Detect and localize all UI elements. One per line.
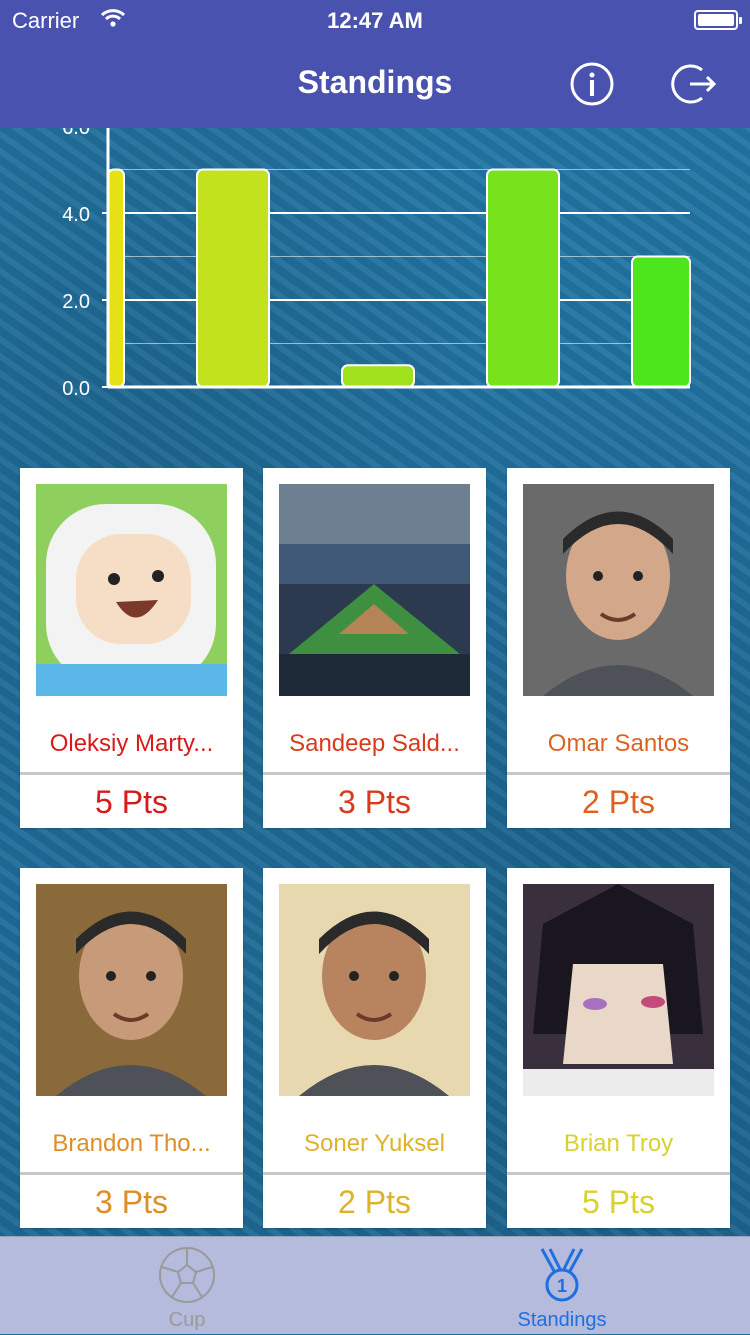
player-points: 5 Pts (95, 784, 168, 820)
tab-standings-label: Standings (517, 1309, 607, 1331)
standings-chart: 0.0 2.0 4.0 6.0 (0, 128, 750, 428)
battery-icon (694, 10, 742, 30)
medal-icon: 1 (540, 1248, 584, 1302)
chart-bar (107, 168, 125, 388)
player-points: 3 Pts (338, 784, 411, 820)
tab-cup-label: Cup (168, 1309, 206, 1331)
player-points: 5 Pts (582, 1184, 655, 1220)
player-photo (523, 484, 714, 696)
logout-button[interactable] (670, 60, 718, 108)
chart-bar (631, 255, 691, 388)
chart-bar (341, 364, 415, 388)
info-icon (570, 62, 614, 106)
card-divider (20, 1172, 243, 1175)
tab-cup[interactable]: Cup (87, 1237, 287, 1335)
player-card[interactable]: Soner Yuksel 2 Pts (263, 868, 486, 1228)
info-button[interactable] (568, 60, 616, 108)
player-points: 2 Pts (338, 1184, 411, 1220)
player-photo (523, 884, 714, 1096)
page-title: Standings (297, 64, 453, 100)
player-points: 2 Pts (582, 784, 655, 820)
logout-icon (671, 64, 717, 104)
player-card[interactable]: Omar Santos 2 Pts (507, 468, 730, 828)
navigation-bar: Carrier 12:47 AM Standings (0, 0, 750, 128)
y-tick-label: 0.0 (62, 378, 90, 400)
player-card[interactable]: Sandeep Sald... 3 Pts (263, 468, 486, 828)
player-name: Brian Troy (563, 1130, 674, 1157)
y-tick-label: 6.0 (62, 128, 90, 139)
player-points: 3 Pts (95, 1184, 168, 1220)
bar-chart-svg: 0.0 2.0 4.0 6.0 (62, 128, 691, 400)
status-time: 12:47 AM (327, 8, 423, 33)
card-divider (263, 1172, 486, 1175)
player-photo (36, 484, 227, 696)
chart-bar (486, 168, 560, 388)
player-name: Brandon Tho... (52, 1130, 211, 1157)
player-photo (36, 884, 227, 1096)
chart-bar (196, 168, 270, 388)
player-photo (279, 884, 470, 1096)
tab-bar: Cup 1 Standings (0, 1236, 750, 1334)
status-bar: Carrier 12:47 AM (0, 0, 750, 40)
y-tick-label: 2.0 (62, 291, 90, 313)
player-photo (279, 484, 470, 696)
y-tick-label: 4.0 (62, 204, 90, 226)
card-divider (507, 772, 730, 775)
player-name: Omar Santos (547, 730, 690, 757)
soccer-ball-icon (159, 1247, 215, 1303)
player-name: Oleksiy Marty... (49, 730, 214, 757)
card-divider (20, 772, 243, 775)
card-divider (263, 772, 486, 775)
player-name: Soner Yuksel (304, 1130, 445, 1157)
player-card[interactable]: Oleksiy Marty... 5 Pts (20, 468, 243, 828)
player-name: Sandeep Sald... (289, 730, 460, 757)
svg-text:1: 1 (557, 1276, 567, 1296)
player-card[interactable]: Brian Troy 5 Pts (507, 868, 730, 1228)
tab-standings[interactable]: 1 Standings (462, 1237, 662, 1335)
card-divider (507, 1172, 730, 1175)
player-card[interactable]: Brandon Tho... 3 Pts (20, 868, 243, 1228)
